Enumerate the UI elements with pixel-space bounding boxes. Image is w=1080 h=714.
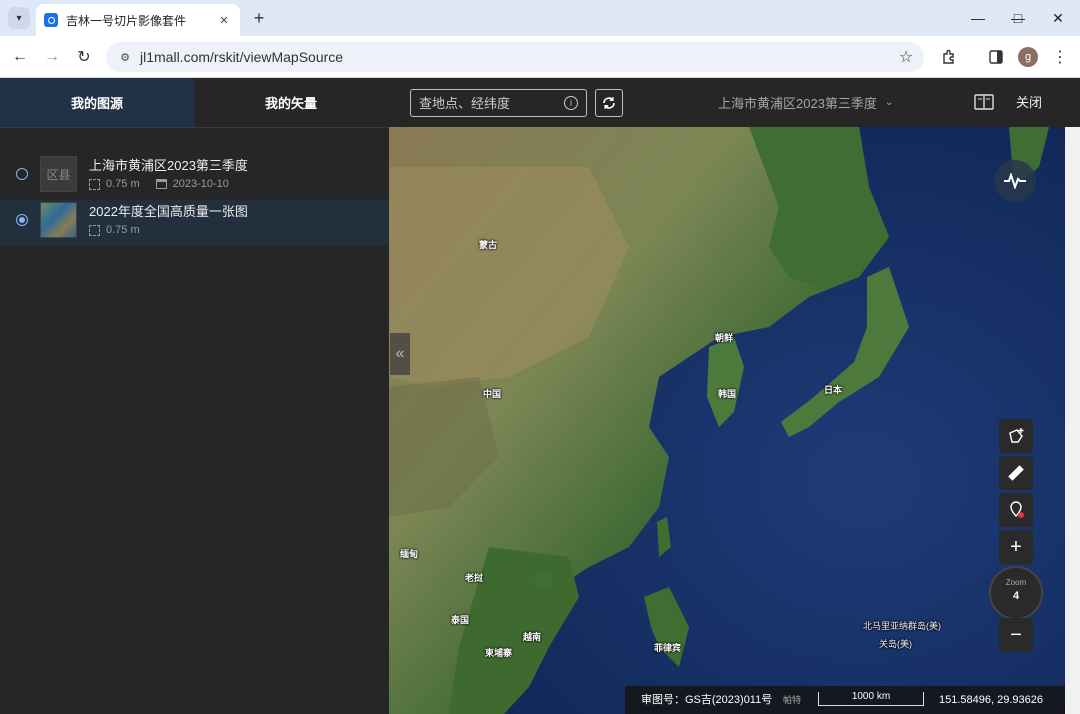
map-label: 缅甸 bbox=[400, 549, 419, 559]
info-icon[interactable]: i bbox=[564, 96, 578, 110]
refresh-icon bbox=[603, 97, 615, 109]
resolution-value: 0.75 m bbox=[106, 224, 140, 236]
extensions-icon[interactable] bbox=[937, 45, 961, 69]
source-thumbnail: 区县 bbox=[40, 156, 77, 192]
tab-close-icon[interactable]: × bbox=[216, 12, 232, 29]
map-label: 朝鲜 bbox=[715, 333, 734, 343]
source-radio[interactable] bbox=[16, 168, 28, 180]
map-pin-icon[interactable] bbox=[999, 493, 1033, 527]
list-item[interactable]: 2022年度全国高质量一张图 0.75 m bbox=[0, 200, 389, 246]
reload-icon[interactable]: ↻ bbox=[72, 45, 96, 69]
source-title: 上海市黄浦区2023第三季度 bbox=[89, 158, 248, 173]
ruler-icon[interactable] bbox=[999, 456, 1033, 490]
refresh-button[interactable] bbox=[595, 89, 623, 117]
draw-polygon-icon[interactable] bbox=[999, 419, 1033, 453]
app-header: 我的图源 我的矢量 i 上海市黄浦区2023第三季度 ⌄ 关闭 bbox=[0, 78, 1080, 127]
satellite-map[interactable]: 蒙古 中国 朝鲜 韩国 日本 缅甸 老挝 泰国 越南 柬埔寨 菲律宾 北马里亚纳… bbox=[389, 127, 1065, 714]
source-meta: 0.75 m 2023-10-10 bbox=[89, 178, 229, 190]
bookmark-star-icon[interactable]: ☆ bbox=[894, 47, 918, 67]
image-source-list: 区县 上海市黄浦区2023第三季度 0.75 m 2023-10-10 2022… bbox=[0, 127, 389, 714]
zoom-label: Zoom bbox=[1005, 578, 1027, 587]
map-label: 中国 bbox=[483, 389, 502, 399]
map-label: 北马里亚纳群岛(美) bbox=[863, 621, 941, 631]
resolution-value: 0.75 m bbox=[106, 178, 140, 190]
zoom-level: 4 bbox=[1012, 590, 1020, 602]
forward-icon[interactable]: → bbox=[40, 45, 64, 69]
side-panel-icon[interactable] bbox=[984, 45, 1008, 69]
location-search[interactable]: i bbox=[410, 89, 587, 117]
url-text[interactable]: jl1mall.com/rskit/viewMapSource bbox=[140, 49, 894, 65]
layer-selector-value: 上海市黄浦区2023第三季度 bbox=[718, 96, 877, 111]
source-radio[interactable] bbox=[16, 214, 28, 226]
approval-number: 审图号：GS吉(2023)011号 bbox=[641, 694, 773, 706]
list-item[interactable]: 区县 上海市黄浦区2023第三季度 0.75 m 2023-10-10 bbox=[0, 154, 389, 200]
browser-toolbar: ← → ↻ ⚙ jl1mall.com/rskit/viewMapSource … bbox=[0, 36, 1080, 78]
source-title: 2022年度全国高质量一张图 bbox=[89, 204, 248, 219]
browser-menu-icon[interactable]: ⋮ bbox=[1048, 45, 1072, 69]
minimize-button[interactable]: — bbox=[958, 0, 998, 36]
site-favicon-icon bbox=[44, 13, 58, 27]
resolution-icon bbox=[89, 178, 100, 190]
layer-selector[interactable]: 上海市黄浦区2023第三季度 ⌄ bbox=[718, 78, 893, 127]
collapse-sidebar-icon[interactable]: « bbox=[390, 333, 410, 375]
source-meta: 0.75 m bbox=[89, 224, 140, 236]
tab-my-sources[interactable]: 我的图源 bbox=[0, 78, 194, 127]
zoom-in-button[interactable]: + bbox=[999, 530, 1033, 564]
map-label: 关岛(美) bbox=[879, 639, 912, 649]
map-label: 越南 bbox=[523, 632, 542, 642]
map-label: 老挝 bbox=[465, 573, 484, 583]
browser-tab[interactable]: 吉林一号切片影像套件 × bbox=[36, 4, 240, 36]
map-label: 柬埔寨 bbox=[485, 648, 513, 658]
activity-icon[interactable] bbox=[994, 160, 1036, 202]
chevron-down-icon: ⌄ bbox=[884, 97, 894, 108]
map-label: 韩国 bbox=[718, 389, 737, 399]
scrollbar[interactable] bbox=[1065, 127, 1080, 714]
zoom-out-button[interactable]: − bbox=[999, 618, 1033, 652]
scale-bar: 1000 km bbox=[818, 692, 924, 706]
new-tab-button[interactable]: + bbox=[248, 7, 270, 29]
search-input[interactable] bbox=[419, 95, 564, 111]
browser-tab-strip: ▾ 吉林一号切片影像套件 × + — bbox=[0, 0, 1080, 36]
tab-search-button[interactable]: ▾ bbox=[8, 7, 30, 29]
map-label: 泰国 bbox=[451, 615, 470, 625]
window-close-button[interactable]: ✕ bbox=[1038, 0, 1078, 36]
maximize-button[interactable]: □ bbox=[998, 0, 1038, 36]
calendar-icon bbox=[155, 179, 167, 189]
tab-title: 吉林一号切片影像套件 bbox=[66, 13, 187, 28]
book-icon[interactable] bbox=[974, 93, 994, 111]
map-imagery bbox=[389, 127, 1065, 714]
capture-date: 2023-10-10 bbox=[172, 178, 229, 190]
zoom-indicator: Zoom 4 bbox=[989, 566, 1043, 620]
map-label: 蒙古 bbox=[479, 240, 498, 250]
cursor-coordinates: 151.58496, 29.93626 bbox=[939, 694, 1043, 706]
source-thumbnail bbox=[40, 202, 77, 238]
close-button[interactable]: 关闭 bbox=[1016, 78, 1042, 127]
back-icon[interactable]: ← bbox=[8, 45, 32, 69]
attribution-text: 帕特 bbox=[783, 695, 802, 705]
map-label: 日本 bbox=[824, 385, 843, 395]
tab-my-vectors[interactable]: 我的矢量 bbox=[194, 78, 388, 127]
site-info-icon[interactable]: ⚙ bbox=[116, 48, 134, 66]
map-label: 菲律宾 bbox=[654, 643, 682, 653]
resolution-icon bbox=[89, 224, 100, 236]
address-bar[interactable]: ⚙ jl1mall.com/rskit/viewMapSource ☆ bbox=[106, 42, 924, 72]
profile-avatar[interactable]: g bbox=[1018, 47, 1038, 67]
